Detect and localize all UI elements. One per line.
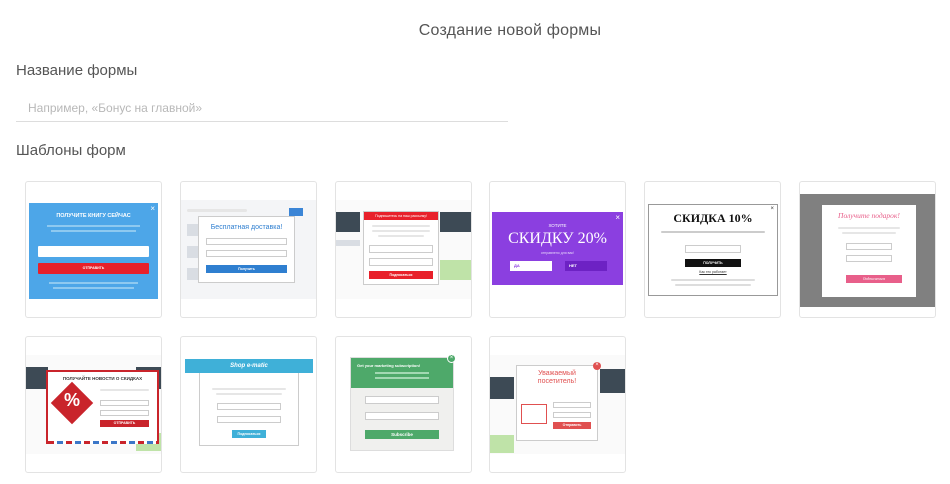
template-6-popup: Получите подарок! Подписаться bbox=[822, 205, 916, 297]
template-card-3[interactable]: Подпишитесь на наш рассылку! Подписаться bbox=[335, 181, 472, 318]
template-4-sub: отправлено для вас! bbox=[540, 251, 575, 255]
templates-label: Шаблоны форм bbox=[16, 142, 126, 159]
template-card-1[interactable]: × ПОЛУЧИТЕ КНИГУ СЕЙЧАС ОТПРАВИТЬ bbox=[25, 181, 162, 318]
envelope-icon bbox=[521, 404, 547, 424]
template-10-button: Отправить bbox=[553, 422, 591, 429]
template-9-title: Get your marketing subscription! bbox=[357, 363, 421, 368]
template-4-title: СКИДКУ 20% bbox=[508, 230, 607, 247]
template-1-popup: × ПОЛУЧИТЕ КНИГУ СЕЙЧАС ОТПРАВИТЬ bbox=[29, 203, 158, 299]
template-1-button: ОТПРАВИТЬ bbox=[38, 263, 149, 274]
template-6-title: Получите подарок! bbox=[838, 211, 900, 220]
template-7-button: ОТПРАВИТЬ bbox=[100, 420, 149, 427]
template-card-2[interactable]: Бесплатная доставка! Получить bbox=[180, 181, 317, 318]
close-icon: × bbox=[447, 354, 456, 363]
form-name-input[interactable] bbox=[16, 94, 508, 122]
template-5-title: СКИДКА 10% bbox=[673, 211, 753, 225]
template-5-popup: × СКИДКА 10% ПОЛУЧИТЬ Как это работает bbox=[648, 204, 778, 296]
template-4-popup: × ХОТИТЕ СКИДКУ 20% отправлено для вас! … bbox=[492, 212, 623, 285]
template-1-title: ПОЛУЧИТЕ КНИГУ СЕЙЧАС bbox=[56, 213, 131, 219]
template-card-4[interactable]: × ХОТИТЕ СКИДКУ 20% отправлено для вас! … bbox=[489, 181, 626, 318]
template-1-field bbox=[38, 246, 149, 257]
template-3-title: Подпишитесь на наш рассылку! bbox=[364, 212, 438, 220]
close-icon: × bbox=[150, 204, 155, 213]
template-3-popup: Подпишитесь на наш рассылку! Подписаться bbox=[363, 211, 439, 285]
template-2-title: Бесплатная доставка! bbox=[210, 224, 283, 231]
template-9-popup: Get your marketing subscription! × Subsc… bbox=[350, 354, 456, 451]
template-8-title: Shop e-matic bbox=[185, 359, 313, 373]
template-card-6[interactable]: Получите подарок! Подписаться bbox=[799, 181, 936, 318]
template-6-button: Подписаться bbox=[846, 275, 902, 283]
form-name-label: Название формы bbox=[16, 62, 138, 79]
template-9-button: Subscribe bbox=[365, 430, 439, 439]
template-card-10[interactable]: × Уважаемый посетитель! Отправить bbox=[489, 336, 626, 473]
template-10-popup: × Уважаемый посетитель! Отправить bbox=[516, 362, 601, 441]
template-9-header: Get your marketing subscription! bbox=[351, 358, 453, 388]
close-icon: × bbox=[615, 213, 620, 222]
template-2-button: Получить bbox=[206, 265, 287, 273]
template-card-9[interactable]: Get your marketing subscription! × Subsc… bbox=[335, 336, 472, 473]
template-card-7[interactable]: ПОЛУЧАЙТЕ НОВОСТИ О СКИДКАХ % ОТПРАВИТЬ bbox=[25, 336, 162, 473]
template-5-link: Как это работает bbox=[699, 270, 727, 274]
close-icon: × bbox=[593, 362, 601, 370]
template-4-yes: ДА bbox=[510, 261, 552, 271]
template-8-popup: Подписаться bbox=[199, 367, 299, 446]
template-3-button: Подписаться bbox=[369, 271, 433, 279]
template-card-5[interactable]: × СКИДКА 10% ПОЛУЧИТЬ Как это работает bbox=[644, 181, 781, 318]
template-8-button: Подписаться bbox=[232, 430, 266, 438]
template-7-title: ПОЛУЧАЙТЕ НОВОСТИ О СКИДКАХ bbox=[62, 376, 143, 381]
template-4-no: НЕТ bbox=[565, 261, 607, 271]
page-title: Создание новой формы bbox=[418, 22, 602, 39]
template-4-top: ХОТИТЕ bbox=[548, 223, 567, 228]
template-7-popup: ПОЛУЧАЙТЕ НОВОСТИ О СКИДКАХ % ОТПРАВИТЬ bbox=[46, 370, 159, 444]
template-7-badge: % bbox=[63, 390, 80, 410]
template-card-8[interactable]: Подписаться Shop e-matic bbox=[180, 336, 317, 473]
template-10-title: Уважаемый посетитель! bbox=[537, 370, 577, 385]
template-2-popup: Бесплатная доставка! Получить bbox=[198, 216, 295, 283]
template-5-button: ПОЛУЧИТЬ bbox=[685, 259, 741, 267]
